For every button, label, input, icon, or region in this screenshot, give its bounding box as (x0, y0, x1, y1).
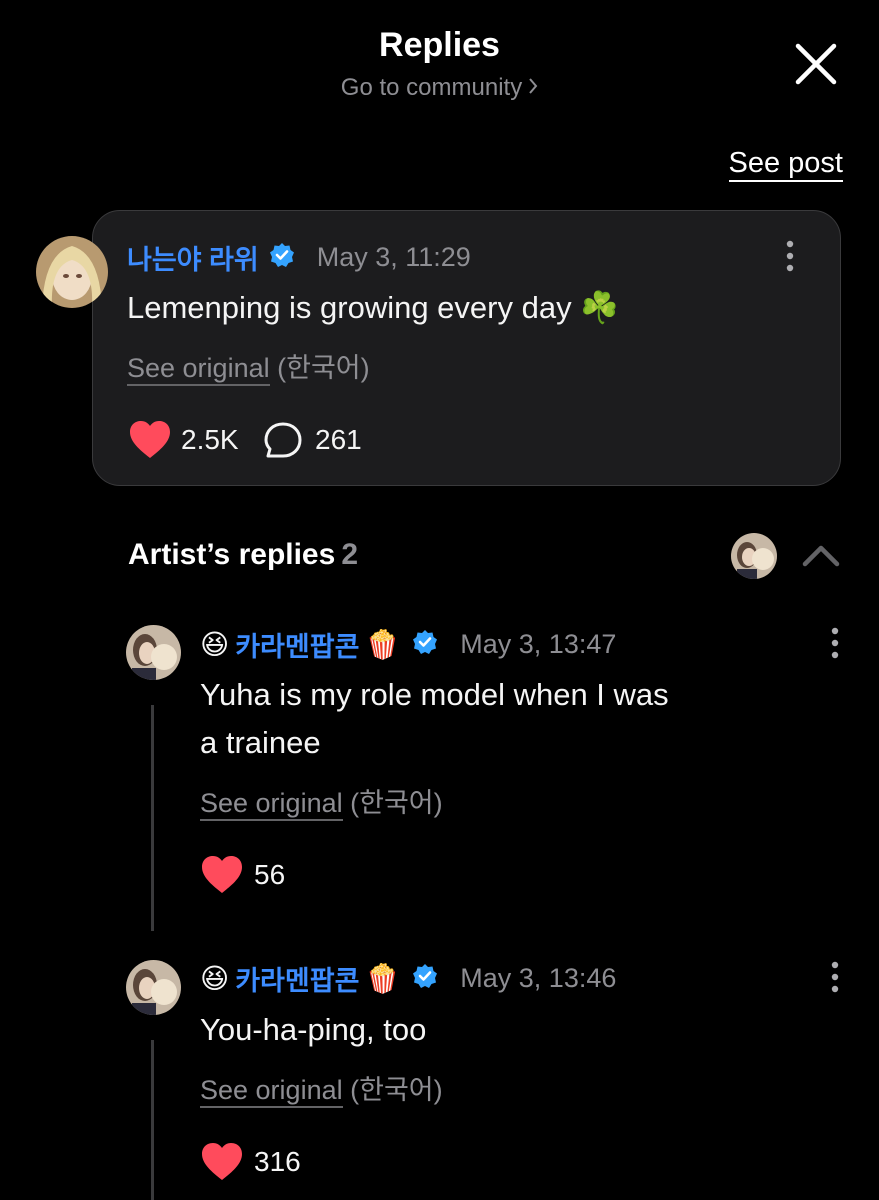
artist-replies-count: 2 (341, 538, 358, 571)
post-comment-count: 261 (315, 424, 362, 455)
post-more-button[interactable] (775, 235, 805, 279)
more-vertical-icon (786, 240, 794, 272)
chevron-right-icon (528, 74, 538, 102)
heart-icon (130, 421, 170, 458)
post-comment-button[interactable] (263, 421, 303, 461)
close-button[interactable] (790, 38, 842, 90)
go-to-community-label: Go to community (340, 74, 523, 101)
chevron-up-icon (802, 545, 840, 567)
reply-author-name[interactable]: 카라멘팝콘 (235, 625, 359, 664)
page-title: Replies (379, 26, 500, 64)
see-post-link[interactable]: See post (728, 146, 843, 182)
reply-timestamp: May 3, 13:47 (460, 628, 617, 659)
verified-badge-icon (412, 629, 438, 660)
go-to-community-link[interactable]: Go to community (0, 74, 879, 102)
verified-badge-icon (269, 242, 295, 273)
reply-thread-line (151, 1040, 154, 1200)
reply-author-suffix-emoji: 🍿 (365, 962, 401, 994)
reply-translation-row: See original (한국어) (200, 1068, 443, 1108)
reply-author-prefix-emoji: 😆 (200, 962, 230, 994)
close-icon (795, 43, 837, 85)
reply-author-name[interactable]: 카라멘팝콘 (235, 959, 359, 998)
reply-like-count: 316 (254, 1146, 301, 1177)
post-translation-row: See original (한국어) (127, 346, 370, 386)
reply-language-label: (한국어) (350, 788, 443, 818)
reply-text-line: Yuha is my role model when I was (200, 677, 669, 712)
more-vertical-icon (831, 627, 839, 659)
reply-author-suffix-emoji: 🍿 (365, 628, 401, 660)
post-language-label: (한국어) (277, 353, 370, 383)
post-like-count: 2.5K (181, 424, 239, 455)
post-like-button[interactable] (128, 420, 172, 460)
reply-author-avatar[interactable] (126, 960, 181, 1015)
post-author-name[interactable]: 나는야 라위 (127, 238, 259, 277)
reply-see-original-link[interactable]: See original (200, 1075, 343, 1108)
post-author-avatar[interactable] (36, 236, 108, 308)
reply-author-prefix-emoji: 😆 (200, 628, 230, 660)
artist-avatar-small[interactable] (731, 533, 777, 579)
reply-thread-line (151, 705, 154, 931)
reply-language-label: (한국어) (350, 1075, 443, 1105)
reply-more-button[interactable] (820, 956, 850, 1000)
post-timestamp: May 3, 11:29 (316, 241, 471, 272)
post-see-original-link[interactable]: See original (127, 353, 270, 386)
reply-like-button[interactable] (200, 1142, 244, 1182)
reply-like-button[interactable] (200, 855, 244, 895)
verified-badge-icon (412, 963, 438, 994)
reply-like-count: 56 (254, 859, 286, 890)
heart-icon (202, 856, 242, 893)
reply-text-line: a trainee (200, 725, 321, 760)
reply-author-avatar[interactable] (126, 625, 181, 680)
reply-see-original-link[interactable]: See original (200, 788, 343, 821)
artist-replies-title: Artist’s replies (128, 538, 336, 571)
collapse-replies-button[interactable] (802, 543, 840, 567)
reply-more-button[interactable] (820, 622, 850, 666)
post-text: Lemenping is growing every day ☘️ (127, 290, 619, 325)
reply-timestamp: May 3, 13:46 (460, 962, 617, 993)
reply-text-line: You-ha-ping, too (200, 1012, 427, 1047)
artist-replies-heading: Artist’s replies 2 (128, 538, 358, 572)
reply-translation-row: See original (한국어) (200, 781, 443, 821)
comment-icon (264, 422, 302, 458)
more-vertical-icon (831, 961, 839, 993)
heart-icon (202, 1143, 242, 1180)
